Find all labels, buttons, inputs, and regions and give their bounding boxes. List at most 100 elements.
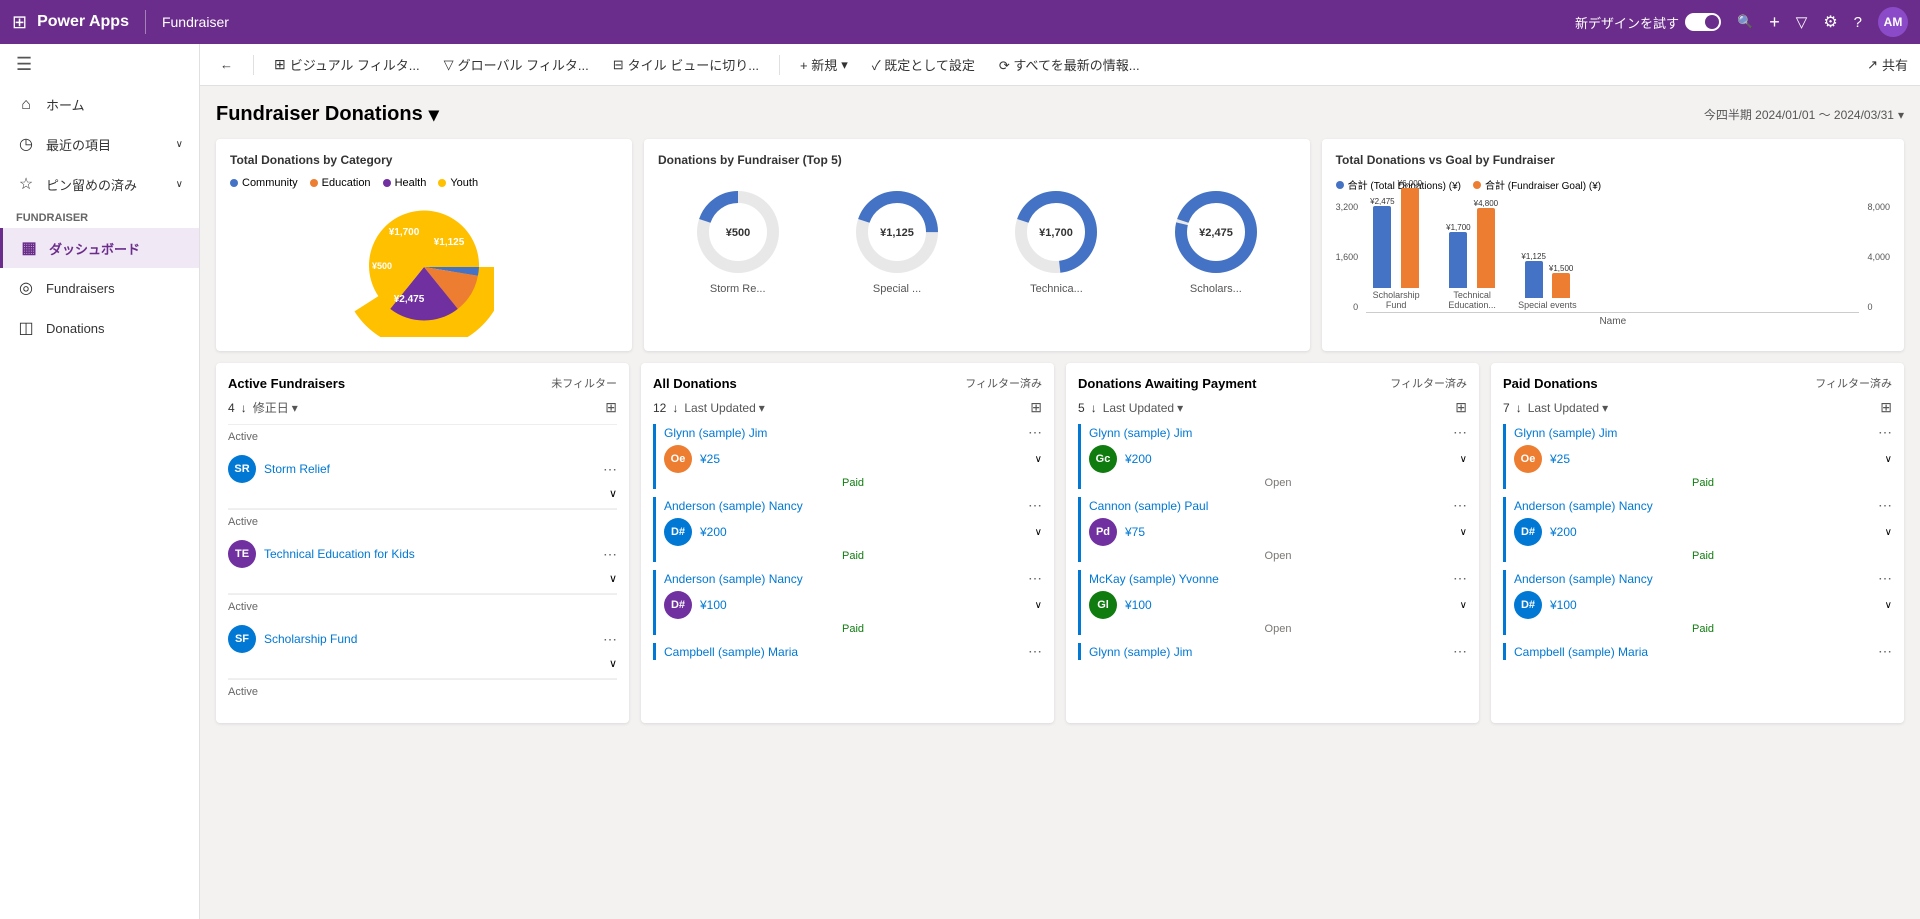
technical-menu[interactable]: ⋯: [603, 546, 617, 563]
all-grid-icon[interactable]: ⊞: [1030, 399, 1042, 416]
donation-menu-4[interactable]: ⋯: [1028, 643, 1042, 660]
fundraisers-icon: ◎: [16, 278, 36, 298]
donation-menu-1[interactable]: ⋯: [1028, 424, 1042, 441]
tile-view-button[interactable]: ⊟ タイル ビューに切り...: [605, 51, 767, 78]
awaiting-name-4[interactable]: Glynn (sample) Jim: [1089, 645, 1192, 659]
donation-chevron-2[interactable]: ∨: [1035, 527, 1042, 538]
donation-name-4[interactable]: Campbell (sample) Maria: [664, 645, 798, 659]
paid-chevron-2[interactable]: ∨: [1885, 527, 1892, 538]
hamburger-menu[interactable]: ☰: [0, 44, 199, 85]
paid-chevron-3[interactable]: ∨: [1885, 600, 1892, 611]
awaiting-name-1[interactable]: Glynn (sample) Jim: [1089, 426, 1192, 440]
new-design-label: 新デザインを試す: [1575, 13, 1679, 32]
settings-icon[interactable]: ⚙: [1823, 12, 1837, 32]
paid-amount-1[interactable]: ¥25: [1550, 452, 1570, 466]
donation-menu-3[interactable]: ⋯: [1028, 570, 1042, 587]
search-icon[interactable]: 🔍: [1737, 14, 1753, 30]
awaiting-body-3: Gl ¥100 ∨: [1089, 591, 1467, 619]
set-default-button[interactable]: ✓ 既定として設定: [864, 51, 983, 78]
sidebar-item-dashboard[interactable]: ▦ ダッシュボード: [0, 228, 199, 268]
awaiting-amount-3[interactable]: ¥100: [1125, 598, 1152, 612]
paid-sort-button[interactable]: Last Updated ▾: [1528, 401, 1608, 415]
sidebar-item-home[interactable]: ⌂ ホーム: [0, 85, 199, 124]
donation-amount-1[interactable]: ¥25: [700, 452, 720, 466]
awaiting-chevron-1[interactable]: ∨: [1460, 454, 1467, 465]
app-name: Power Apps: [37, 13, 129, 31]
donation-amount-3[interactable]: ¥100: [700, 598, 727, 612]
refresh-button[interactable]: ⟳ すべてを最新の情報...: [991, 51, 1148, 78]
fundraiser-scholarship-header: SF Scholarship Fund ⋯: [228, 625, 617, 653]
page-title[interactable]: Fundraiser Donations ▾: [216, 102, 439, 127]
technical-chevron[interactable]: ∨: [228, 572, 617, 585]
awaiting-chevron-2[interactable]: ∨: [1460, 527, 1467, 538]
back-button[interactable]: ←: [212, 53, 241, 76]
storm-relief-chevron[interactable]: ∨: [228, 487, 617, 500]
donation-menu-2[interactable]: ⋯: [1028, 497, 1042, 514]
filter-icon[interactable]: ▽: [1796, 13, 1808, 31]
all-donations-filter: フィルター済み: [965, 375, 1042, 391]
paid-menu-1[interactable]: ⋯: [1878, 424, 1892, 441]
new-button[interactable]: + 新規 ▾: [792, 51, 856, 78]
bar-orange-scholarship-rect: [1401, 188, 1419, 288]
paid-name-1[interactable]: Glynn (sample) Jim: [1514, 426, 1617, 440]
active-grid-icon[interactable]: ⊞: [605, 399, 617, 416]
donation-name-2[interactable]: Anderson (sample) Nancy: [664, 499, 803, 513]
paid-donations-filter: フィルター済み: [1815, 375, 1892, 391]
donation-chevron-1[interactable]: ∨: [1035, 454, 1042, 465]
global-filter-button[interactable]: ▽ グローバル フィルタ...: [436, 51, 597, 78]
toggle-switch[interactable]: [1685, 13, 1721, 31]
awaiting-chevron-3[interactable]: ∨: [1460, 600, 1467, 611]
awaiting-grid-icon[interactable]: ⊞: [1455, 399, 1467, 416]
awaiting-amount-1[interactable]: ¥200: [1125, 452, 1152, 466]
donation-chevron-3[interactable]: ∨: [1035, 600, 1042, 611]
fundraiser-storm-relief-name[interactable]: Storm Relief: [264, 462, 330, 476]
sidebar-item-fundraisers[interactable]: ◎ Fundraisers: [0, 268, 199, 308]
visual-filter-button[interactable]: ⊞ ビジュアル フィルタ...: [266, 51, 428, 78]
awaiting-name-3[interactable]: McKay (sample) Yvonne: [1089, 572, 1219, 586]
awaiting-status-2: Open: [1089, 550, 1467, 562]
all-sort-label: Last Updated: [684, 401, 755, 415]
paid-amount-2[interactable]: ¥200: [1550, 525, 1577, 539]
fundraiser-technical-name[interactable]: Technical Education for Kids: [264, 547, 415, 561]
grid-menu-button[interactable]: ⊞: [12, 12, 27, 33]
sidebar-item-donations[interactable]: ◫ Donations: [0, 308, 199, 348]
paid-menu-3[interactable]: ⋯: [1878, 570, 1892, 587]
active-sort-button[interactable]: 修正日 ▾: [253, 399, 298, 416]
sidebar-fundraisers-label: Fundraisers: [46, 281, 115, 296]
awaiting-name-2[interactable]: Cannon (sample) Paul: [1089, 499, 1208, 513]
scholarship-chevron[interactable]: ∨: [228, 657, 617, 670]
bar-pair-scholarship: ¥2,475 ¥6,000: [1370, 179, 1422, 288]
paid-grid-icon[interactable]: ⊞: [1880, 399, 1892, 416]
all-sort-button[interactable]: Last Updated ▾: [684, 401, 764, 415]
fundraiser-scholarship-name[interactable]: Scholarship Fund: [264, 632, 357, 646]
paid-amount-3[interactable]: ¥100: [1550, 598, 1577, 612]
awaiting-amount-2[interactable]: ¥75: [1125, 525, 1145, 539]
donation-amount-2[interactable]: ¥200: [700, 525, 727, 539]
date-range[interactable]: 今四半期 2024/01/01 〜 2024/03/31 ▾: [1704, 106, 1904, 123]
awaiting-menu-1[interactable]: ⋯: [1453, 424, 1467, 441]
paid-menu-2[interactable]: ⋯: [1878, 497, 1892, 514]
awaiting-sort-button[interactable]: Last Updated ▾: [1103, 401, 1183, 415]
new-design-toggle[interactable]: 新デザインを試す: [1575, 13, 1721, 32]
share-button[interactable]: ↗ 共有: [1867, 55, 1908, 74]
user-avatar[interactable]: AM: [1878, 7, 1908, 37]
paid-menu-4[interactable]: ⋯: [1878, 643, 1892, 660]
awaiting-count: 5: [1078, 401, 1085, 415]
donation-name-3[interactable]: Anderson (sample) Nancy: [664, 572, 803, 586]
sidebar-item-pinned[interactable]: ☆ ピン留めの済み ∨: [0, 164, 199, 204]
paid-name-2[interactable]: Anderson (sample) Nancy: [1514, 499, 1653, 513]
scholarship-menu[interactable]: ⋯: [603, 631, 617, 648]
paid-chevron-1[interactable]: ∨: [1885, 454, 1892, 465]
awaiting-menu-2[interactable]: ⋯: [1453, 497, 1467, 514]
paid-name-3[interactable]: Anderson (sample) Nancy: [1514, 572, 1653, 586]
add-icon[interactable]: +: [1769, 12, 1780, 33]
date-range-text: 今四半期 2024/01/01 〜 2024/03/31: [1704, 106, 1894, 123]
help-icon[interactable]: ?: [1854, 14, 1862, 31]
awaiting-menu-3[interactable]: ⋯: [1453, 570, 1467, 587]
donation-body-2: D# ¥200 ∨: [664, 518, 1042, 546]
paid-name-4[interactable]: Campbell (sample) Maria: [1514, 645, 1648, 659]
sidebar-item-recent[interactable]: ◷ 最近の項目 ∨: [0, 124, 199, 164]
awaiting-menu-4[interactable]: ⋯: [1453, 643, 1467, 660]
donation-name-1[interactable]: Glynn (sample) Jim: [664, 426, 767, 440]
storm-relief-menu[interactable]: ⋯: [603, 461, 617, 478]
